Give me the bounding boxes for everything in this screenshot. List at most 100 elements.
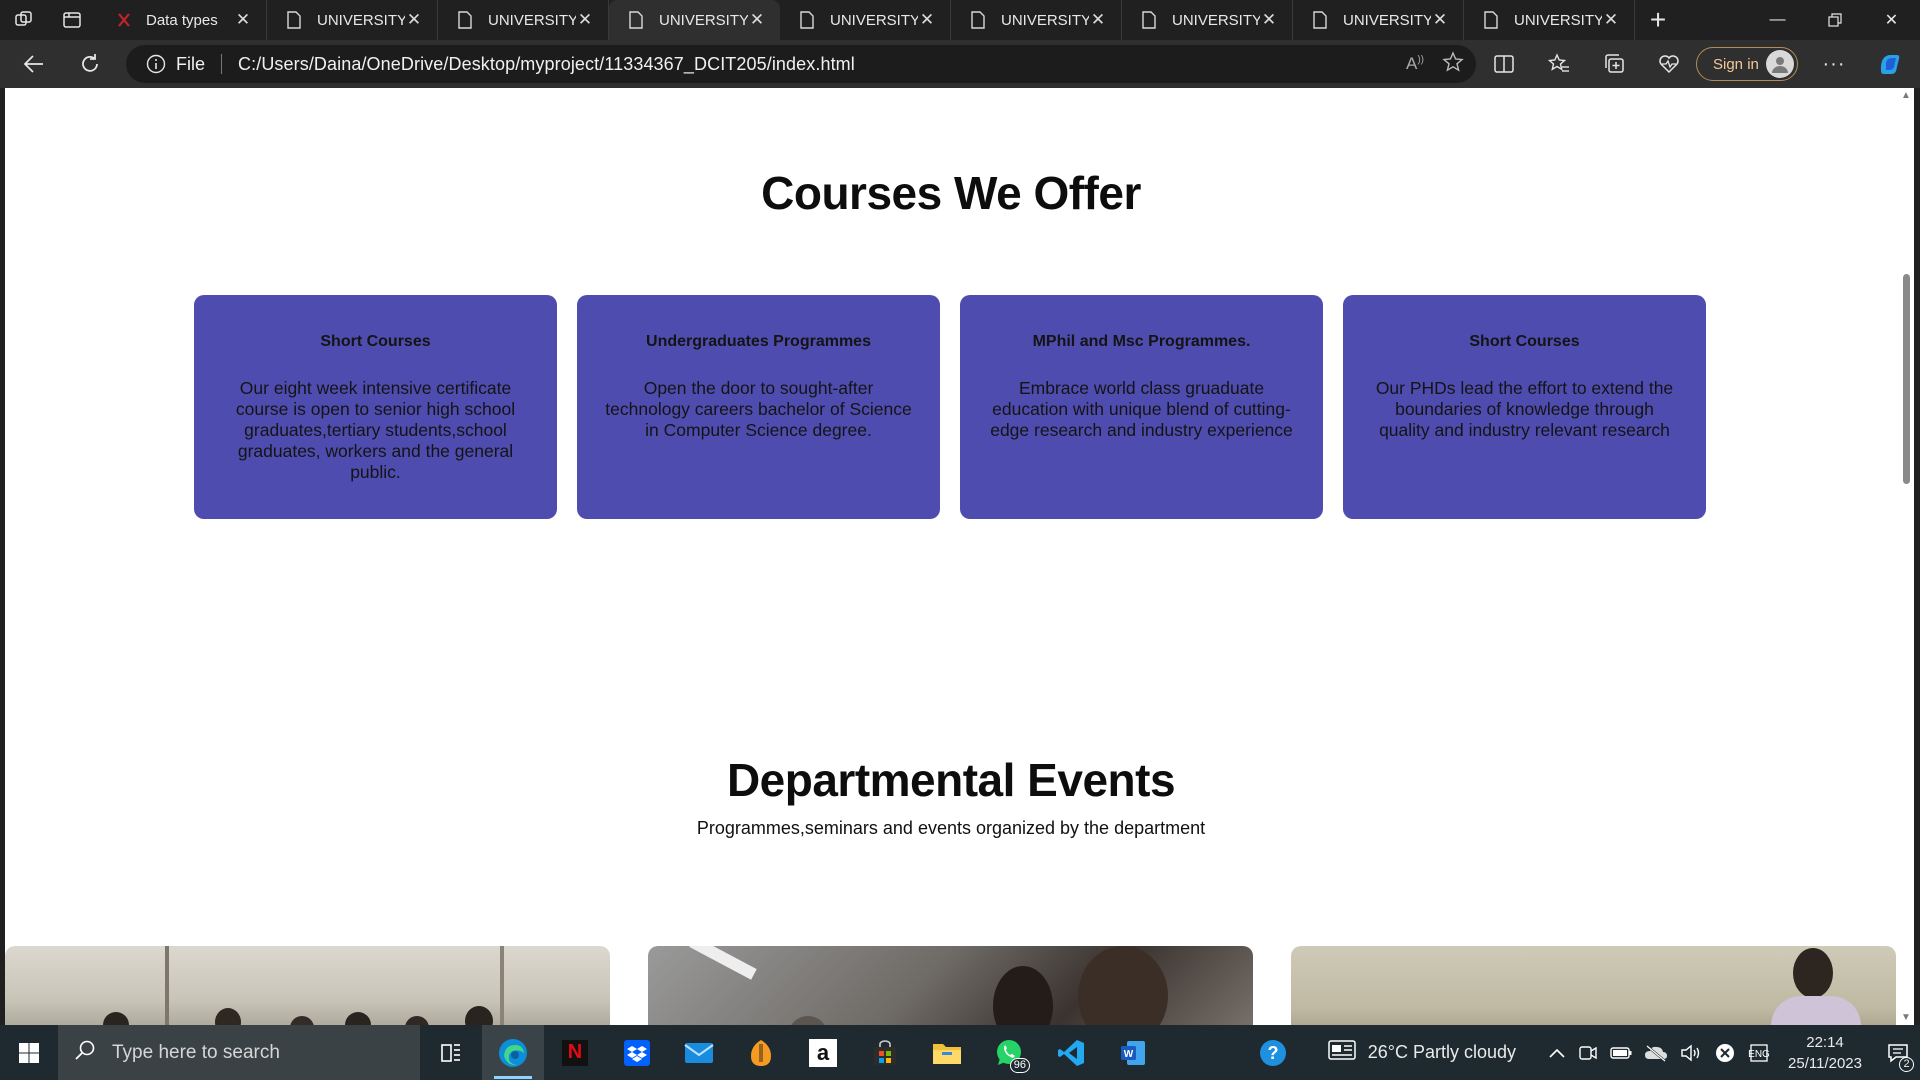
page-icon [1313,11,1329,29]
browser-essentials-icon[interactable] [1641,40,1696,88]
battery-icon[interactable] [1610,1046,1632,1060]
restore-icon[interactable] [1806,0,1863,40]
close-window-icon[interactable]: ✕ [1863,0,1920,40]
course-card-title: Short Courses [320,333,431,350]
more-options-icon[interactable]: ··· [1808,40,1860,88]
event-photo [5,946,610,1025]
course-card-text: Our eight week intensive certificate cou… [235,378,516,482]
notification-count: 2 [1899,1056,1914,1072]
page-icon [458,11,474,29]
clock-date: 25/11/2023 [1788,1054,1862,1072]
scroll-down-arrow-icon[interactable]: ▼ [1901,1012,1911,1023]
tab-title: UNIVERSITY OF GHANA [1343,11,1431,29]
tab[interactable]: UNIVERSITY OF GHANA ✕ [1464,0,1635,40]
course-card: MPhil and Msc Programmes. Embrace world … [960,295,1323,519]
search-icon [74,1039,96,1067]
tab-title: UNIVERSITY OF GHANA [1514,11,1602,29]
refresh-icon[interactable] [68,40,112,88]
read-aloud-icon[interactable]: A)) [1406,54,1424,74]
avatar [1766,50,1794,78]
tab-active[interactable]: UNIVERSITY OF GHANA ✕ [609,0,780,40]
close-icon[interactable]: ✕ [234,10,252,30]
edge-icon[interactable] [482,1025,544,1080]
store-icon[interactable] [854,1025,916,1080]
svg-text:?: ? [1267,1043,1278,1063]
event-photo [1291,946,1896,1025]
netflix-icon[interactable]: N [544,1025,606,1080]
close-icon[interactable]: ✕ [748,10,766,30]
dropbox-icon[interactable] [606,1025,668,1080]
fl-studio-icon[interactable] [730,1025,792,1080]
input-language-icon[interactable]: ENG [1748,1042,1770,1064]
volume-icon[interactable] [1680,1044,1702,1062]
show-hidden-icons-icon[interactable] [1548,1047,1566,1059]
minimize-icon[interactable]: — [1749,0,1806,40]
course-card: Short Courses Our PHDs lead the effort t… [1343,295,1706,519]
sign-in-button[interactable]: Sign in [1696,47,1798,81]
page-icon [287,11,303,29]
divider [221,54,223,74]
tab[interactable]: UNIVERSITY OF GHANA ✕ [267,0,438,40]
events-heading: Departmental Events [726,754,1176,806]
onedrive-offline-icon[interactable] [1644,1044,1668,1062]
page-icon [1484,11,1500,29]
favorites-icon[interactable] [1531,40,1586,88]
url-text[interactable]: C:/Users/Daina/OneDrive/Desktop/myprojec… [238,54,855,75]
close-icon[interactable]: ✕ [1260,10,1278,30]
course-card-title: Short Courses [1469,333,1580,350]
window-controls: — ✕ [1749,0,1920,40]
clock-time: 22:14 [1806,1033,1844,1051]
close-icon[interactable]: ✕ [576,10,594,30]
windows-start-icon[interactable] [0,1025,58,1080]
courses-heading: Courses We Offer [761,167,1141,219]
red-x-icon [116,11,132,29]
whatsapp-icon[interactable]: 96 [978,1025,1040,1080]
file-explorer-icon[interactable] [916,1025,978,1080]
new-tab-button[interactable]: + [1635,0,1681,40]
copilot-icon[interactable] [1860,40,1920,88]
tab[interactable]: UNIVERSITY OF GHANA ✕ [1293,0,1464,40]
tab[interactable]: UNIVERSITY OF GHANA ✕ [438,0,609,40]
help-icon[interactable]: ? [1258,1038,1288,1068]
favorite-star-icon[interactable] [1442,50,1464,78]
windows-taskbar: Type here to search N a 96 W ? 26°C Part… [0,1025,1920,1080]
close-icon[interactable]: ✕ [1431,10,1449,30]
amazon-icon[interactable]: a [792,1025,854,1080]
toolbar-right: Sign in ··· [1476,40,1920,88]
tab[interactable]: Data types ✕ [96,0,267,40]
tab-actions-icon[interactable] [48,0,96,40]
course-card: Short Courses Our eight week intensive c… [194,295,557,519]
taskbar-search-input[interactable]: Type here to search [58,1025,420,1080]
browser-toolbar: File C:/Users/Daina/OneDrive/Desktop/myp… [0,40,1920,88]
tab[interactable]: UNIVERSITY OF GHANA ✕ [1122,0,1293,40]
clock[interactable]: 22:14 25/11/2023 [1788,1032,1862,1074]
page-scrollbar[interactable]: ▲ ▼ [1897,88,1914,1025]
meet-now-icon[interactable] [1578,1043,1598,1063]
back-icon[interactable] [0,40,68,88]
tab-title: UNIVERSITY OF GHANA [488,11,576,29]
vscode-icon[interactable] [1040,1025,1102,1080]
split-screen-icon[interactable] [1476,40,1531,88]
tab-title: UNIVERSITY OF GHANA [1001,11,1089,29]
task-view-icon[interactable] [420,1025,482,1080]
close-icon[interactable]: ✕ [405,10,423,30]
info-icon[interactable] [146,54,166,74]
tab-title: UNIVERSITY OF GHANA [317,11,405,29]
scrollbar-thumb[interactable] [1903,274,1910,484]
course-card-title: Undergraduates Programmes [646,333,871,350]
tab[interactable]: UNIVERSITY OF GHANA ✕ [780,0,951,40]
notifications-icon[interactable]: 2 [1876,1042,1920,1072]
scroll-up-arrow-icon[interactable]: ▲ [1901,90,1911,101]
tab[interactable]: UNIVERSITY OF GHANA ✕ [951,0,1122,40]
mail-icon[interactable] [668,1025,730,1080]
weather-widget[interactable]: 26°C Partly cloudy [1328,1039,1516,1066]
close-icon[interactable]: ✕ [918,10,936,30]
collections-icon[interactable] [1586,40,1641,88]
word-icon[interactable]: W [1102,1025,1164,1080]
close-icon[interactable]: ✕ [1602,10,1620,30]
workspaces-icon[interactable] [0,0,48,40]
network-offline-icon[interactable] [1714,1042,1736,1064]
close-icon[interactable]: ✕ [1089,10,1107,30]
address-bar[interactable]: File C:/Users/Daina/OneDrive/Desktop/myp… [126,45,1476,83]
weather-text: 26°C Partly cloudy [1367,1042,1517,1062]
